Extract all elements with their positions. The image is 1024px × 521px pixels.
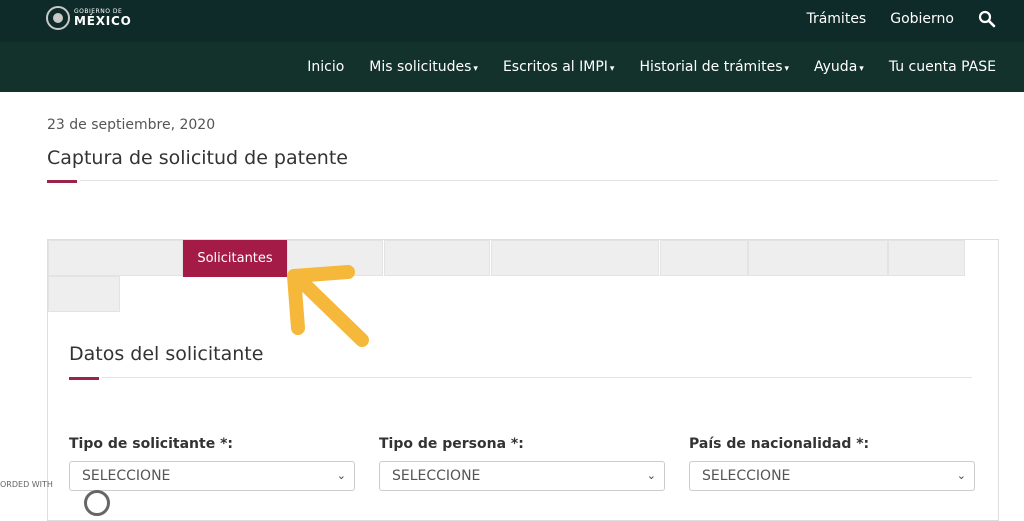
gobierno-mexico-logo[interactable]: GOBIERNO DE MÉXICO bbox=[46, 6, 132, 30]
nav-item-tu-cuenta[interactable]: Tu cuenta PASE bbox=[889, 59, 996, 75]
tab-4[interactable] bbox=[384, 240, 490, 276]
top-bar: GOBIERNO DE MÉXICO Trámites Gobierno bbox=[0, 0, 1024, 42]
chevron-down-icon: ⌄ bbox=[956, 469, 966, 482]
page-date: 23 de septiembre, 2020 bbox=[47, 117, 216, 133]
recorder-watermark: ORDED WITH bbox=[0, 480, 53, 489]
tipo-solicitante-select[interactable]: SELECCIONE ⌄ bbox=[69, 461, 355, 491]
recorder-logo-icon bbox=[84, 490, 110, 516]
tab-7[interactable] bbox=[748, 240, 888, 276]
caret-down-icon: ▾ bbox=[859, 64, 864, 74]
tipo-solicitante-label: Tipo de solicitante *: bbox=[69, 436, 233, 452]
annotation-arrow-icon bbox=[287, 265, 369, 347]
pais-nacionalidad-value: SELECCIONE bbox=[702, 468, 791, 484]
nav-item-inicio[interactable]: Inicio bbox=[307, 59, 344, 75]
caret-down-icon: ▾ bbox=[609, 64, 615, 74]
page-title: Captura de solicitud de patente bbox=[47, 147, 348, 169]
tipo-persona-select[interactable]: SELECCIONE ⌄ bbox=[379, 461, 665, 491]
tipo-persona-value: SELECCIONE bbox=[392, 468, 481, 484]
search-icon[interactable] bbox=[978, 10, 996, 28]
tab-9[interactable] bbox=[48, 276, 120, 312]
section-accent-line bbox=[69, 377, 99, 380]
title-divider bbox=[80, 180, 998, 181]
section-title: Datos del solicitante bbox=[69, 343, 264, 365]
tab-8[interactable] bbox=[888, 240, 965, 276]
pais-nacionalidad-select[interactable]: SELECCIONE ⌄ bbox=[689, 461, 975, 491]
seal-icon bbox=[46, 6, 70, 30]
chevron-down-icon: ⌄ bbox=[336, 469, 346, 482]
tab-solicitantes[interactable]: Solicitantes bbox=[183, 240, 287, 277]
tipo-persona-label: Tipo de persona *: bbox=[379, 436, 524, 452]
logo-line-2: MÉXICO bbox=[74, 14, 132, 28]
tipo-solicitante-value: SELECCIONE bbox=[82, 468, 171, 484]
tab-1[interactable] bbox=[48, 240, 183, 276]
top-link-tramites[interactable]: Trámites bbox=[806, 11, 866, 27]
title-accent-line bbox=[47, 180, 77, 183]
nav-item-ayuda[interactable]: Ayuda ▾ bbox=[814, 59, 864, 75]
nav-item-historial[interactable]: Historial de trámites ▾ bbox=[639, 59, 789, 75]
tab-6[interactable] bbox=[660, 240, 748, 276]
top-link-gobierno[interactable]: Gobierno bbox=[890, 11, 954, 27]
main-nav: Inicio Mis solicitudes ▾ Escritos al IMPI… bbox=[0, 42, 1024, 92]
caret-down-icon: ▾ bbox=[473, 64, 478, 74]
chevron-down-icon: ⌄ bbox=[646, 469, 656, 482]
section-divider bbox=[102, 377, 972, 378]
nav-item-escritos[interactable]: Escritos al IMPI ▾ bbox=[503, 59, 615, 75]
caret-down-icon: ▾ bbox=[784, 64, 790, 74]
tab-5[interactable] bbox=[491, 240, 659, 276]
nav-item-mis-solicitudes[interactable]: Mis solicitudes ▾ bbox=[369, 59, 478, 75]
pais-nacionalidad-label: País de nacionalidad *: bbox=[689, 436, 870, 452]
